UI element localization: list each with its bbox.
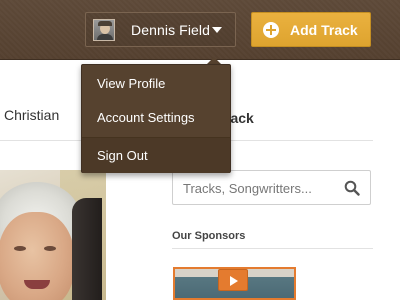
- nav-genre-christian[interactable]: Christian: [4, 107, 59, 123]
- menu-item-view-profile[interactable]: View Profile: [82, 67, 230, 101]
- user-menu-button[interactable]: Dennis Field: [85, 12, 236, 47]
- search-box: [172, 170, 371, 205]
- add-track-button[interactable]: Add Track: [251, 12, 371, 47]
- sponsor-video-thumbnail[interactable]: [173, 267, 296, 300]
- top-header-bar: Dennis Field Add Track: [0, 0, 400, 60]
- menu-item-sign-out[interactable]: Sign Out: [82, 138, 230, 173]
- search-icon[interactable]: [344, 180, 360, 196]
- play-icon[interactable]: [218, 269, 248, 291]
- user-avatar: [93, 19, 115, 41]
- featured-artist-photo[interactable]: [0, 170, 106, 300]
- user-name: Dennis Field: [131, 22, 211, 38]
- plus-circle-icon: [263, 22, 279, 38]
- sponsors-heading: Our Sponsors: [172, 230, 246, 242]
- menu-item-account-settings[interactable]: Account Settings: [82, 101, 230, 135]
- user-dropdown-menu: View Profile Account Settings Sign Out: [81, 64, 231, 173]
- caret-down-icon: [212, 27, 222, 33]
- divider: [172, 248, 373, 249]
- add-track-label: Add Track: [290, 22, 358, 38]
- search-input[interactable]: [183, 179, 341, 197]
